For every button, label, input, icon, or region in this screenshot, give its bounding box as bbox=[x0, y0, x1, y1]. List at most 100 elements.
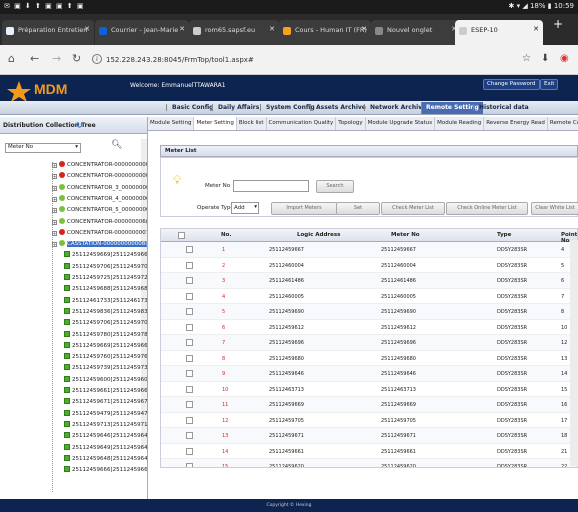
table-row[interactable]: 6 25112459612 25112459612 DDSY283SR 10 bbox=[161, 320, 577, 336]
browser-tab[interactable]: Préparation Entretien ✕ bbox=[2, 20, 94, 45]
menu-assets-archive[interactable]: Assets Archive bbox=[310, 104, 366, 111]
close-tab-icon[interactable]: ✕ bbox=[361, 25, 367, 33]
reload-icon[interactable]: ↻ bbox=[72, 52, 81, 65]
tree-concentrator-node[interactable]: + CASSTATION-000000000008(C bbox=[52, 240, 147, 250]
check-online-meter-list-button[interactable]: Check Online Meter List bbox=[446, 202, 528, 215]
row-checkbox[interactable] bbox=[186, 277, 193, 284]
tree-concentrator-node[interactable]: + CONCENTRATOR-00000000002 bbox=[52, 172, 147, 182]
table-row[interactable]: 14 25112459661 25112459661 DDSY283SR 21 bbox=[161, 444, 577, 460]
tree-meter-node[interactable]: 25112459600[25112459600] bbox=[64, 375, 147, 386]
tree-concentrator-node[interactable]: + CONCENTRATOR-000000000001(C bbox=[52, 161, 147, 171]
menu-network-archive[interactable]: Network Archive bbox=[364, 104, 426, 111]
row-checkbox[interactable] bbox=[186, 432, 193, 439]
tree-meter-node[interactable]: 25112459669[25112459669] bbox=[64, 341, 147, 352]
tab-reverse-energy-read[interactable]: Reverse Energy Read bbox=[484, 117, 548, 130]
tree-meter-node[interactable]: 25112459479[25112459479] bbox=[64, 409, 147, 420]
bookmark-star-icon[interactable]: ☆ bbox=[522, 53, 531, 64]
import-meters-button[interactable]: Import Meters bbox=[271, 202, 337, 215]
tree-concentrator-node[interactable]: + CONCENTRATOR_3_000000003(C bbox=[52, 183, 147, 194]
tree-concentrator-node[interactable]: + CONCENTRATOR-000000006(C) bbox=[52, 217, 147, 228]
home-icon[interactable]: ⌂ bbox=[8, 52, 15, 65]
tab-topology[interactable]: Topology bbox=[336, 117, 366, 130]
forward-icon[interactable]: → bbox=[52, 52, 61, 65]
download-icon[interactable]: ⬇ bbox=[541, 53, 549, 64]
table-row[interactable]: 4 25112460005 25112460005 DDSY283SR 7 bbox=[161, 289, 577, 305]
row-checkbox[interactable] bbox=[186, 292, 193, 300]
tree-meter-node[interactable]: 25112459836[25112459836] bbox=[64, 307, 147, 318]
table-row[interactable]: 11 25112459669 25112459669 DDSY283SR 16 bbox=[161, 397, 577, 413]
search-button[interactable]: Search bbox=[316, 180, 354, 193]
table-row[interactable]: 9 25112459646 25112459646 DDSY283SR 14 bbox=[161, 366, 577, 382]
menu-daily-affairs[interactable]: Daily Affairs bbox=[212, 104, 259, 111]
url-field[interactable]: i 152.228.243.28:8045/FrmTop/tool1.aspx# bbox=[92, 52, 512, 68]
browser-tab[interactable]: Cours - Human IT (FR) ✕ bbox=[279, 20, 371, 45]
tree-meter-node[interactable]: 25112459649[25112459649] bbox=[64, 443, 147, 454]
operate-type-select[interactable]: Add ▾ bbox=[231, 202, 259, 214]
tree-meter-node[interactable]: 25112459661[25112459661] bbox=[64, 387, 147, 397]
back-icon[interactable]: ← bbox=[30, 52, 39, 65]
change-password-button[interactable]: Change Password bbox=[483, 79, 540, 90]
tree-meter-node[interactable]: 25112459671[25112459671] bbox=[64, 398, 147, 408]
row-checkbox[interactable] bbox=[186, 385, 193, 393]
row-checkbox[interactable] bbox=[186, 401, 193, 408]
exit-button[interactable]: Exit bbox=[540, 79, 559, 90]
menu-basic-config[interactable]: Basic Config bbox=[166, 104, 213, 111]
row-checkbox[interactable] bbox=[186, 447, 193, 455]
tree-meter-node[interactable]: 25112459760[25112459760] bbox=[64, 353, 147, 363]
row-checkbox[interactable] bbox=[186, 246, 193, 253]
tree-concentrator-node[interactable]: + CONCENTRATOR-0000000007(C0 bbox=[52, 228, 147, 239]
table-row[interactable]: 13 25112459671 25112459671 DDSY283SR 18 bbox=[161, 428, 577, 444]
meter-no-input[interactable] bbox=[233, 180, 309, 192]
tree-meter-node[interactable]: 25112459688[25112459688] bbox=[64, 285, 147, 295]
select-all-checkbox[interactable] bbox=[178, 232, 185, 239]
tab-module-setting[interactable]: Module Setting bbox=[148, 117, 195, 130]
tree-meter-node[interactable]: 25112459666[25112459666] bbox=[64, 466, 147, 476]
expand-icon[interactable]: + bbox=[52, 230, 57, 236]
check-meter-list-button[interactable]: Check Meter List bbox=[381, 202, 445, 215]
expand-icon[interactable]: + bbox=[52, 208, 57, 214]
row-checkbox[interactable] bbox=[186, 261, 193, 269]
table-row[interactable]: 12 25112459705 25112459705 DDSY283SR 17 bbox=[161, 413, 577, 429]
row-checkbox[interactable] bbox=[186, 308, 193, 315]
close-tab-icon[interactable]: ✕ bbox=[533, 25, 539, 33]
tab-module-upgrade-status[interactable]: Module Upgrade Status bbox=[366, 117, 436, 130]
browser-tab[interactable]: ESEP-10 ✕ bbox=[455, 20, 543, 45]
tree-meter-node[interactable]: 25112459739[25112459739] bbox=[64, 364, 147, 374]
table-row[interactable]: 2 25112460004 25112460004 DDSY283SR 5 bbox=[161, 258, 577, 274]
menu-system-config[interactable]: System Config bbox=[260, 104, 315, 111]
row-checkbox[interactable] bbox=[186, 416, 193, 424]
tab-communication-quality[interactable]: Communication Quality bbox=[267, 117, 337, 130]
table-row[interactable]: 7 25112459696 25112459696 DDSY283SR 12 bbox=[161, 335, 577, 351]
close-tab-icon[interactable]: ✕ bbox=[269, 25, 275, 33]
tab-remote-control[interactable]: Remote Control bbox=[548, 117, 578, 130]
close-tab-icon[interactable]: ✕ bbox=[179, 25, 185, 33]
close-tab-icon[interactable]: ✕ bbox=[84, 25, 90, 33]
row-checkbox[interactable] bbox=[186, 323, 193, 331]
tree-meter-node[interactable]: 25112461733[25112461733] bbox=[64, 296, 147, 307]
expand-icon[interactable]: + bbox=[52, 163, 57, 168]
tree-meter-node[interactable]: 25112459725[25112459725] bbox=[64, 274, 147, 284]
row-checkbox[interactable] bbox=[186, 354, 193, 362]
tree-meter-node[interactable]: 25112459706[25112459706] bbox=[64, 319, 147, 329]
expand-icon[interactable]: + bbox=[52, 219, 57, 225]
tree-meter-node[interactable]: 25112459713[25112459713] bbox=[64, 420, 147, 431]
expand-icon[interactable]: + bbox=[52, 174, 57, 180]
tree-concentrator-node[interactable]: + CONCENTRATOR_4_000000004(C bbox=[52, 194, 147, 205]
clear-white-list-button[interactable]: Clear White List bbox=[531, 202, 578, 215]
tree-meter-node[interactable]: 25112459780[25112459780] bbox=[64, 330, 147, 341]
info-icon[interactable]: i bbox=[92, 54, 102, 64]
tree-meter-node[interactable]: 25112459646[25112459646] bbox=[64, 432, 147, 442]
table-row[interactable]: 8 25112459680 25112459680 DDSY283SR 13 bbox=[161, 351, 577, 367]
menu-historical-data[interactable]: Historical data bbox=[473, 104, 529, 111]
expand-icon[interactable]: + bbox=[52, 242, 57, 248]
browser-tab[interactable]: rom65.sapsf.eu ✕ bbox=[189, 20, 279, 45]
tree-meter-node[interactable]: 25112459669[25112459669] bbox=[64, 251, 147, 261]
table-row[interactable]: 3 25112461486 25112461486 DDSY283SR 6 bbox=[161, 273, 577, 289]
row-checkbox[interactable] bbox=[186, 339, 193, 346]
expand-icon[interactable]: + bbox=[52, 185, 57, 191]
tab-module-reading[interactable]: Module Reading bbox=[435, 117, 485, 130]
set-button[interactable]: Set bbox=[336, 202, 380, 215]
row-checkbox[interactable] bbox=[186, 463, 193, 467]
search-icon[interactable]: 🔍︎ bbox=[111, 140, 122, 150]
browser-tab[interactable]: Courrier - Jean-Marie ✕ bbox=[95, 20, 189, 45]
